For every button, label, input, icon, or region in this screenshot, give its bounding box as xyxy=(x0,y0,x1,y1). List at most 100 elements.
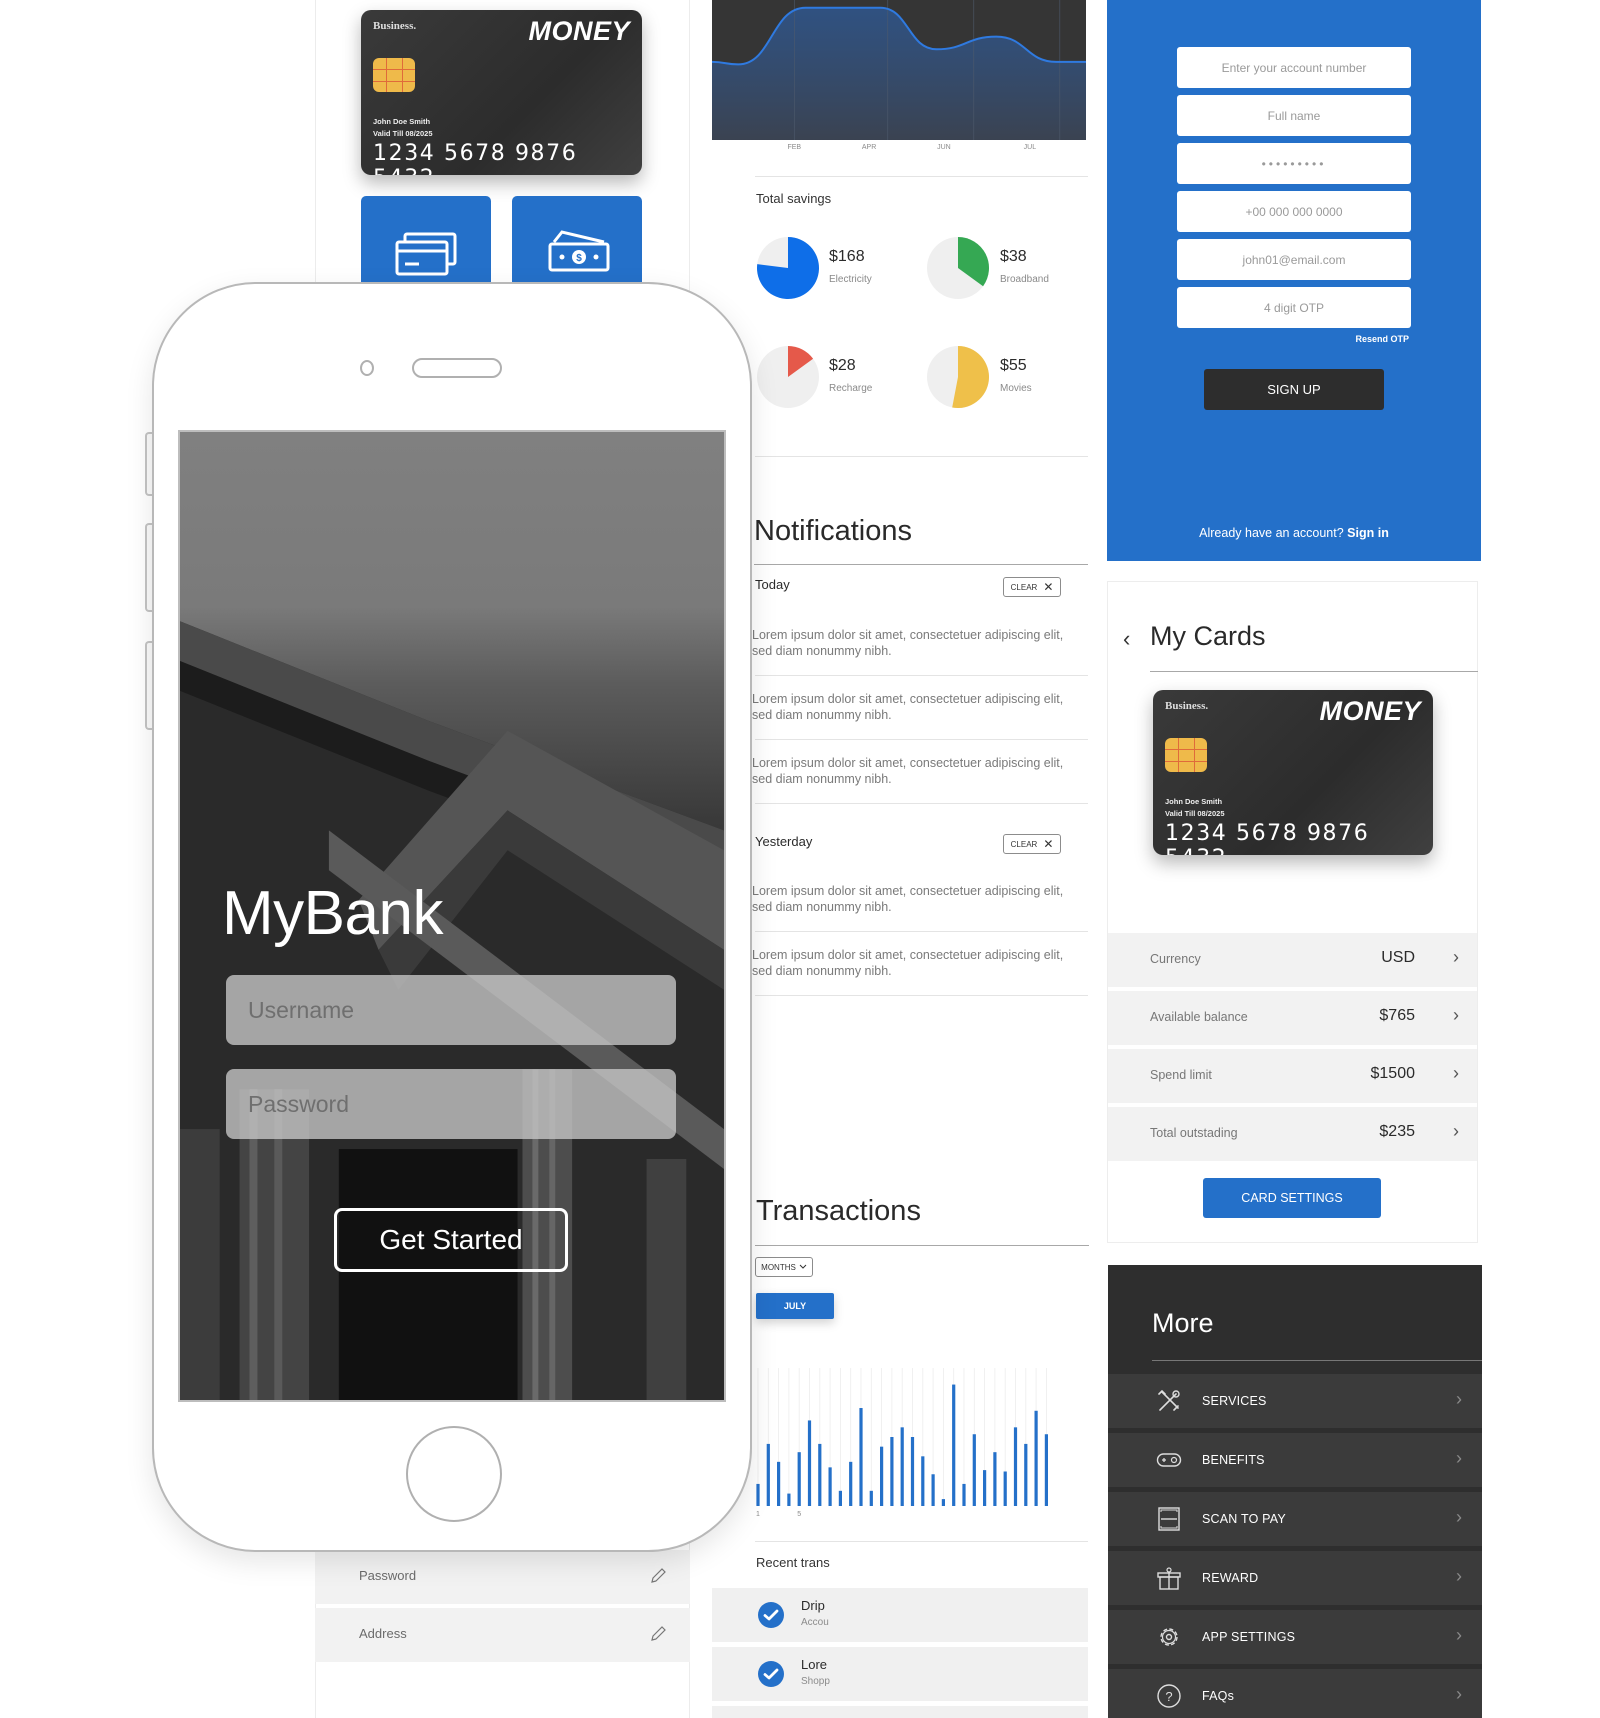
password-input[interactable] xyxy=(1177,143,1411,184)
period-dropdown[interactable]: MONTHS xyxy=(755,1257,813,1277)
transaction-bar xyxy=(1034,1410,1038,1506)
signin-prompt: Already have an account? Sign in xyxy=(1107,526,1481,540)
more-title: More xyxy=(1152,1308,1214,1338)
menu-item-services[interactable]: SERVICES › xyxy=(1108,1374,1482,1428)
transaction-bar xyxy=(756,1483,760,1506)
check-circle-icon xyxy=(758,1661,784,1687)
sign-up-button[interactable]: SIGN UP xyxy=(1204,369,1384,410)
chevron-right-icon: › xyxy=(1456,1448,1462,1468)
month-july-button[interactable]: JULY xyxy=(756,1293,834,1319)
menu-item-reward[interactable]: REWARD › xyxy=(1108,1551,1482,1605)
savings-category: Recharge xyxy=(829,383,873,394)
profile-row-password[interactable]: Password xyxy=(315,1550,690,1604)
more-menu-panel: More SERVICES › BENEFITS › SCAN TO PAY ›… xyxy=(1108,1265,1482,1718)
chevron-right-icon: › xyxy=(1453,1005,1459,1025)
divider xyxy=(755,176,1088,177)
savings-pie-electricity xyxy=(757,237,819,299)
transaction-bar xyxy=(880,1446,884,1506)
menu-item-label: APP SETTINGS xyxy=(1202,1630,1296,1644)
row-label: Available balance xyxy=(1150,1010,1248,1024)
row-label: Currency xyxy=(1150,952,1201,966)
home-button[interactable] xyxy=(406,1426,502,1522)
transaction-bar xyxy=(787,1493,791,1506)
notification-item[interactable]: Lorem ipsum dolor sit amet, consectetuer… xyxy=(752,947,1072,979)
password-input[interactable] xyxy=(226,1069,676,1139)
transaction-bar xyxy=(921,1456,925,1506)
gear-icon xyxy=(1160,1628,1178,1646)
recent-subtitle: Accou xyxy=(801,1617,829,1628)
username-input[interactable] xyxy=(226,975,676,1045)
notification-item[interactable]: Lorem ipsum dolor sit amet, consectetuer… xyxy=(752,755,1072,787)
chevron-right-icon: › xyxy=(1456,1566,1462,1586)
transaction-bar xyxy=(818,1443,822,1506)
chip-icon xyxy=(373,58,415,92)
get-started-button[interactable]: Get Started xyxy=(334,1208,568,1272)
savings-amount: $28 xyxy=(829,357,856,374)
menu-item-label: BENEFITS xyxy=(1202,1453,1265,1467)
card-brand-big: MONEY xyxy=(1319,696,1421,726)
cash-icon: $ xyxy=(548,230,610,272)
signup-panel: Resend OTP SIGN UP Already have an accou… xyxy=(1107,0,1481,561)
chevron-right-icon: › xyxy=(1456,1684,1462,1704)
transactions-bar-chart: 15 xyxy=(756,1368,1048,1518)
total-savings-label: Total savings xyxy=(756,191,832,206)
otp-input[interactable] xyxy=(1177,287,1411,328)
recent-transaction[interactable]: Lore Shopp xyxy=(712,1647,1088,1701)
card-row-available-balance[interactable]: Available balance $765 › xyxy=(1108,991,1477,1045)
recent-transaction[interactable]: Drip Accou xyxy=(712,1588,1088,1642)
selected-card[interactable]: Business. MONEY John Doe Smith Valid Til… xyxy=(1153,690,1433,855)
featured-card[interactable]: Business. MONEY John Doe Smith Valid Til… xyxy=(361,10,642,175)
clear-today-button[interactable]: CLEAR ✕ xyxy=(1003,577,1061,597)
menu-item-app-settings[interactable]: APP SETTINGS › xyxy=(1108,1610,1482,1664)
card-brand-small: Business. xyxy=(373,20,417,32)
chevron-down-icon xyxy=(799,1264,807,1269)
cards-tile[interactable] xyxy=(361,196,491,282)
menu-item-benefits[interactable]: BENEFITS › xyxy=(1108,1433,1482,1487)
edit-pencil-icon[interactable] xyxy=(648,1566,668,1586)
sign-in-link[interactable]: Sign in xyxy=(1347,526,1389,540)
email-input[interactable] xyxy=(1177,239,1411,280)
clear-yesterday-button[interactable]: CLEAR ✕ xyxy=(1003,834,1061,854)
chevron-right-icon: › xyxy=(1456,1507,1462,1527)
card-row-currency[interactable]: Currency USD › xyxy=(1108,933,1477,987)
savings-category: Movies xyxy=(1000,383,1032,394)
transaction-bar xyxy=(807,1420,812,1506)
card-holder-name: John Doe Smith xyxy=(1165,797,1223,806)
card-row-total-outstanding[interactable]: Total outstading $235 › xyxy=(1108,1107,1477,1161)
notification-item[interactable]: Lorem ipsum dolor sit amet, consectetuer… xyxy=(752,627,1072,659)
full-name-input[interactable] xyxy=(1177,95,1411,136)
divider xyxy=(1150,671,1478,672)
row-value: $235 xyxy=(1379,1123,1415,1140)
edit-pencil-icon[interactable] xyxy=(648,1624,668,1644)
recent-trans-label: Recent trans xyxy=(756,1555,830,1570)
notif-day-yesterday: Yesterday xyxy=(755,834,813,849)
balance-area-chart: FEB APR JUN JUL xyxy=(712,0,1086,151)
camera-icon xyxy=(360,360,374,376)
card-settings-button[interactable]: CARD SETTINGS xyxy=(1203,1178,1381,1218)
back-chevron-icon[interactable]: ‹ xyxy=(1123,626,1130,652)
gift-icon xyxy=(1157,1567,1181,1590)
profile-row-address[interactable]: Address xyxy=(315,1608,690,1662)
notifications-title: Notifications xyxy=(754,515,912,547)
cash-tile[interactable]: $ xyxy=(512,196,642,282)
divider xyxy=(755,995,1088,996)
chevron-right-icon: › xyxy=(1453,1063,1459,1083)
bar-x-label: 1 xyxy=(756,1511,760,1518)
app-title: MyBank xyxy=(222,879,443,948)
tools-icon xyxy=(1158,1389,1180,1411)
notification-item[interactable]: Lorem ipsum dolor sit amet, consectetuer… xyxy=(752,883,1072,915)
card-row-spend-limit[interactable]: Spend limit $1500 › xyxy=(1108,1049,1477,1103)
area-x-label: FEB xyxy=(787,144,801,151)
transaction-bar xyxy=(777,1461,781,1506)
menu-item-faqs[interactable]: ? FAQs › xyxy=(1108,1669,1482,1718)
account-number-input[interactable] xyxy=(1177,47,1411,88)
resend-otp-link[interactable]: Resend OTP xyxy=(1355,334,1409,344)
notification-item[interactable]: Lorem ipsum dolor sit amet, consectetuer… xyxy=(752,691,1072,723)
divider xyxy=(755,931,1088,932)
menu-item-scan-to-pay[interactable]: SCAN TO PAY › xyxy=(1108,1492,1482,1546)
clear-label: CLEAR xyxy=(1010,839,1038,849)
recent-transaction[interactable] xyxy=(712,1706,1088,1718)
transaction-bar xyxy=(1003,1471,1007,1506)
phone-input[interactable] xyxy=(1177,191,1411,232)
savings-pie-recharge xyxy=(757,346,819,408)
